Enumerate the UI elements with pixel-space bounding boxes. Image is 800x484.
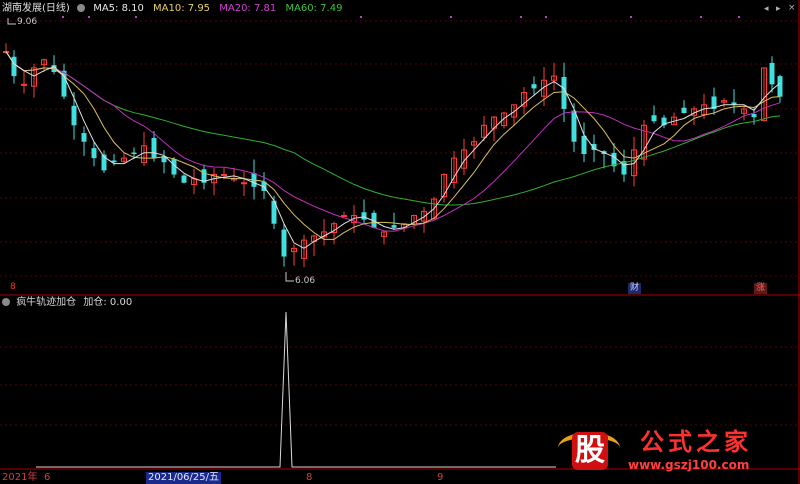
candle-body [131, 152, 137, 155]
candle-body [571, 110, 577, 142]
signal-dot [630, 16, 632, 18]
candle-body [11, 56, 17, 77]
sub-panel-legend: 疯牛轨迹加仓 加仓: 0.00 [2, 297, 132, 309]
signal-dot [88, 16, 90, 18]
candle-body [581, 135, 587, 155]
candles [3, 43, 783, 268]
signal-dot [450, 16, 452, 18]
watermark-logo: 股 [556, 428, 622, 474]
candle-body [71, 105, 77, 126]
candle-body [281, 229, 287, 257]
candle-body [391, 225, 397, 228]
candle-body [769, 62, 775, 85]
candle-body [341, 215, 347, 218]
indicator-line [36, 311, 556, 468]
candle-body [81, 133, 87, 142]
sub-settings-circle-icon[interactable] [2, 298, 10, 306]
candle-body [21, 83, 27, 86]
event-marker-finance[interactable]: 财 [628, 283, 642, 294]
candle-body [651, 115, 657, 122]
signal-dot [135, 16, 137, 18]
signal-dot [545, 16, 547, 18]
high-price-label: 9.06 [17, 17, 38, 27]
watermark-url: www.gszj100.com [628, 458, 750, 472]
x-axis-month-8: 8 [306, 472, 313, 483]
sub-panel-value: 加仓: 0.00 [83, 297, 133, 308]
ma20-line [5, 51, 781, 232]
candle-body [681, 107, 687, 114]
candle-body [241, 182, 247, 185]
x-axis-month-6: 6 [44, 472, 51, 483]
candle-body [361, 212, 367, 220]
signal-dot [700, 16, 702, 18]
grid-lines [0, 20, 798, 426]
ma10-line [5, 51, 781, 240]
ma5-line [5, 51, 781, 249]
candle-body [751, 114, 757, 118]
sub-panel-title: 疯牛轨迹加仓 [16, 297, 77, 308]
candle-body [531, 84, 537, 89]
event-marker-8[interactable]: 8 [8, 282, 18, 293]
watermark-logo-char: 股 [572, 432, 608, 470]
candle-body [777, 76, 783, 97]
candle-body [91, 148, 97, 159]
x-axis-year: 2021年 [2, 472, 38, 483]
event-marker-rise[interactable]: 涨 [754, 283, 768, 294]
kline-chart[interactable] [0, 0, 800, 484]
signal-dots [62, 16, 740, 18]
x-axis-month-9: 9 [437, 472, 444, 483]
signal-dot [520, 16, 522, 18]
low-price-label: 6.06 [295, 276, 316, 286]
candle-body [151, 137, 157, 159]
signal-dot [738, 16, 740, 18]
candle-body [181, 175, 187, 183]
cursor-date: 2021/06/25/五 [146, 472, 222, 484]
signal-dot [62, 16, 64, 18]
watermark-site-name: 公式之家 [640, 428, 752, 456]
signal-dot [360, 16, 362, 18]
